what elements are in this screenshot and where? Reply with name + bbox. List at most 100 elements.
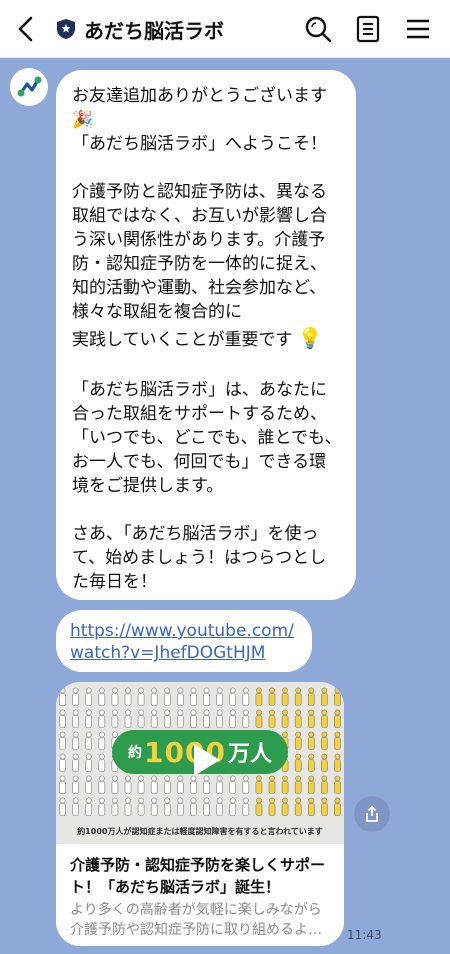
person-figure [281,687,289,706]
search-icon[interactable] [303,14,333,44]
person-figure [268,797,276,816]
video-thumbnail[interactable]: 約 1000 万人 約1000万人が認知症または軽度認知障害を有すると言われてい… [56,682,344,844]
person-figure [255,797,263,816]
person-figure [294,797,302,816]
menu-icon[interactable] [403,14,433,44]
person-figure [163,775,171,794]
person-figure [111,797,119,816]
person-figure [334,687,341,706]
person-figure [307,709,315,728]
person-figure [59,731,66,750]
person-figure [334,797,341,816]
message-text: 実践していくことが重要です [72,330,293,350]
chevron-left-icon[interactable] [14,15,38,43]
person-figure [150,709,158,728]
notes-icon[interactable] [353,14,383,44]
person-figure [307,797,315,816]
message-paragraph: さあ、「あだち脳活ラボ」を使って、始めましょう！はつらつとした毎日を！ [72,524,327,592]
person-figure [137,687,145,706]
person-figure [72,775,79,794]
person-figure [307,753,315,772]
person-figure [85,731,93,750]
person-figure [268,687,276,706]
chat-title: あだち脳活ラボ [84,19,224,43]
person-figure [177,687,184,706]
share-icon [366,805,378,822]
person-figure [163,709,171,728]
link-message-bubble: https://www.youtube.com/watch?v=JhefDOGt… [56,610,312,672]
person-figure [85,797,93,816]
person-figure [294,709,302,728]
person-figure [85,687,93,706]
youtube-link[interactable]: https://www.youtube.com/watch?v=JhefDOGt… [70,621,294,663]
person-figure [111,687,119,706]
person-figure [281,775,289,794]
person-figure [307,687,315,706]
message-timestamp: 11:43 [347,928,382,942]
person-figure [72,709,79,728]
person-figure [177,709,184,728]
person-figure [255,775,263,794]
person-figure [281,797,289,816]
share-button[interactable] [354,796,390,832]
person-figure [59,753,66,772]
video-preview-card[interactable]: 約 1000 万人 約1000万人が認知症または軽度認知障害を有すると言われてい… [56,682,344,946]
person-figure [216,709,223,728]
message-line: 実践していくことが重要です 💡 [72,324,342,354]
light-bulb-emoji: 💡 [297,326,323,350]
person-figure [59,797,66,816]
thumbnail-suffix: 万人 [227,742,272,767]
person-figure [203,797,210,816]
person-figure [72,797,79,816]
person-figure [124,797,132,816]
person-figure [177,797,184,816]
person-figure [216,687,223,706]
person-figure [72,753,79,772]
person-figure [163,797,171,816]
person-figure [281,709,289,728]
person-figure [72,731,79,750]
person-figure [307,775,315,794]
person-figure [294,731,302,750]
person-figure [334,731,341,750]
person-figure [321,797,328,816]
person-figure [59,709,66,728]
person-figure [242,709,250,728]
person-figure [98,709,106,728]
person-figure [137,709,145,728]
chat-header: あだち脳活ラボ [0,0,450,58]
person-figure [242,687,250,706]
person-figure [321,731,328,750]
thumbnail-prefix: 約 [128,745,143,761]
person-figure [98,775,106,794]
account-logo-icon [17,76,42,97]
person-figure [255,709,263,728]
message-line: 「あだち脳活ラボ」へようこそ！ [72,134,327,154]
person-figure [98,797,106,816]
person-figure [242,775,250,794]
person-figure [203,687,210,706]
play-icon[interactable] [182,738,226,782]
account-avatar[interactable] [10,68,48,106]
person-figure [190,797,197,816]
card-title: 介護予防・認知症予防を楽しくサポート！「あだち脳活ラボ」誕生！ [70,856,326,896]
person-figure [124,687,132,706]
party-popper-emoji: 🎉 [72,110,94,130]
person-figure [150,687,158,706]
person-figure [334,775,341,794]
person-figure [150,797,158,816]
message-paragraph: 介護予防と認知症予防は、異なる取組ではなく、お互いが影響し合う深い関係性がありま… [72,182,327,322]
message-line: お友達追加ありがとうございます [72,86,327,106]
person-figure [242,797,250,816]
person-figure [268,709,276,728]
person-figure [137,797,145,816]
person-figure [321,687,328,706]
person-figure [59,687,66,706]
person-figure [294,753,302,772]
person-figure [190,687,197,706]
person-figure [111,775,119,794]
person-figure [334,709,341,728]
person-figure [85,753,93,772]
person-figure [98,753,106,772]
person-figure [321,775,328,794]
